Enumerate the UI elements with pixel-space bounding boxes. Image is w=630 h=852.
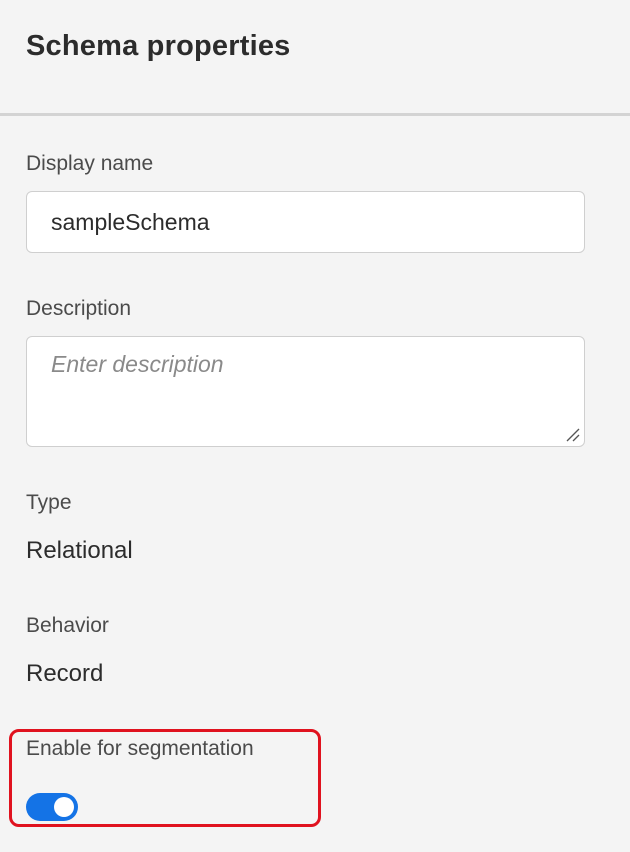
- segmentation-label: Enable for segmentation: [26, 737, 254, 760]
- description-textarea[interactable]: [26, 336, 585, 447]
- description-label: Description: [26, 297, 132, 320]
- behavior-label: Behavior: [26, 614, 109, 637]
- toggle-knob: [54, 797, 74, 817]
- header-divider: [0, 113, 630, 116]
- schema-properties-panel: Schema properties Display name Descripti…: [0, 0, 630, 852]
- panel-title: Schema properties: [26, 30, 291, 62]
- display-name-input[interactable]: [26, 191, 585, 253]
- resize-handle-icon[interactable]: [566, 428, 580, 442]
- segmentation-toggle[interactable]: [26, 793, 78, 821]
- type-value: Relational: [26, 537, 133, 564]
- type-label: Type: [26, 491, 72, 514]
- behavior-value: Record: [26, 660, 104, 687]
- display-name-label: Display name: [26, 152, 154, 175]
